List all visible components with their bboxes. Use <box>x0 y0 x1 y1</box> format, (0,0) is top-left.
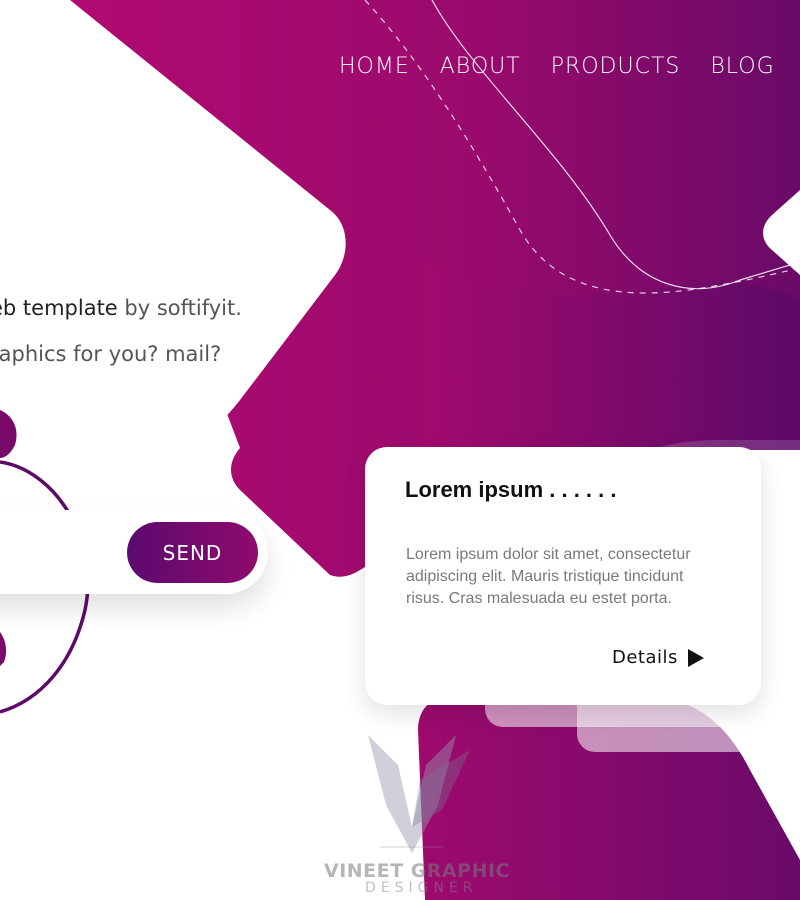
hero-line-1-bold: eb template <box>0 296 118 320</box>
hero-line-2: raphics for you? mail? <box>0 342 222 366</box>
card-text: Lorem ipsum dolor sit amet, consectetur … <box>406 546 691 607</box>
nav-item-about[interactable]: ABOUT <box>440 54 521 79</box>
info-card: Lorem ipsum . . . . . . Lorem ipsum dolo… <box>365 447 761 705</box>
details-label: Details <box>612 647 678 668</box>
card-title: Lorem ipsum . . . . . . <box>405 477 617 502</box>
hero-line-1: eb template by softifyit. <box>0 296 242 320</box>
play-icon <box>687 648 704 667</box>
nav-item-products[interactable]: PRODUCTS <box>551 54 681 79</box>
nav-item-home[interactable]: HOME <box>339 54 410 79</box>
nav-item-blog[interactable]: BLOG <box>710 54 774 79</box>
watermark-name: VINEET GRAPHIC <box>324 860 510 882</box>
details-link[interactable]: Details <box>612 647 704 668</box>
hero-line-1-rest: by softifyit. <box>117 296 242 320</box>
purple-blob-lower <box>0 632 7 666</box>
send-button[interactable]: SEND <box>127 522 258 583</box>
landing-page: HOME ABOUT PRODUCTS BLOG CO eb template … <box>0 0 800 900</box>
watermark-role: DESIGNER <box>365 880 478 896</box>
main-nav: HOME ABOUT PRODUCTS BLOG CO <box>339 54 800 79</box>
